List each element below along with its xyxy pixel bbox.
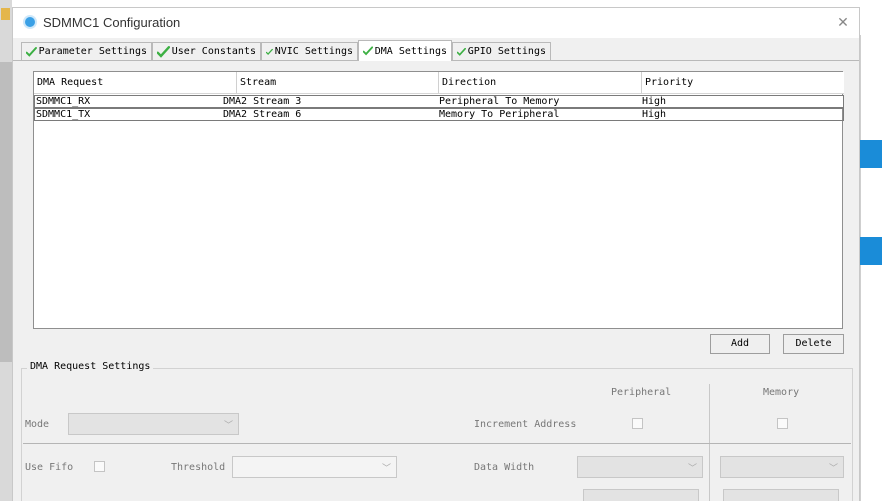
settings-separator [23,443,851,444]
configuration-dialog: SDMMC1 Configuration ✕ Parameter Setting… [12,7,860,501]
chevron-down-icon: ﹀ [687,464,697,474]
mode-label: Mode [25,419,50,430]
tab-gpio-settings[interactable]: GPIO Settings [452,42,551,60]
check-icon [457,47,466,56]
chevron-down-icon: ﹀ [223,421,233,431]
dma-request-table[interactable]: DMA Request Stream Direction Priority SD… [33,71,844,329]
tab-label: GPIO Settings [467,46,546,57]
background-left-strip [0,0,12,501]
threshold-select[interactable]: ﹀ [232,456,397,478]
close-icon[interactable]: ✕ [833,13,853,33]
delete-button[interactable]: Delete [783,334,844,354]
background-divider [860,35,861,501]
background-panel [0,62,12,362]
chevron-down-icon: ﹀ [381,464,391,474]
cell-dma-request: SDMMC1_TX [36,109,91,120]
use-fifo-checkbox[interactable] [94,461,105,472]
add-button[interactable]: Add [710,334,770,354]
window-title: SDMMC1 Configuration [43,15,181,30]
use-fifo-label: Use Fifo [25,462,74,473]
background-blue-marker-1 [860,140,882,168]
data-width-label: Data Width [474,462,535,473]
tab-parameter-settings[interactable]: Parameter Settings [21,42,152,60]
column-header-priority[interactable]: Priority [642,72,844,94]
check-icon [26,46,37,57]
column-header-stream[interactable]: Stream [237,72,439,94]
tab-label: NVIC Settings [274,46,353,57]
check-icon [157,45,170,58]
cell-priority: High [642,109,667,120]
memory-burst-select[interactable] [723,489,839,501]
column-header-dma-request[interactable]: DMA Request [34,72,237,94]
peripheral-column-label: Peripheral [611,387,672,398]
app-gear-icon [25,17,35,27]
cell-priority: High [642,96,667,107]
cell-direction: Memory To Peripheral [439,109,560,120]
background-app-icon [1,8,10,20]
tab-nvic-settings[interactable]: NVIC Settings [261,42,358,60]
check-icon [363,46,373,56]
cell-stream: DMA2 Stream 3 [223,96,302,107]
table-row[interactable]: SDMMC1_RX DMA2 Stream 3 Peripheral To Me… [34,95,844,108]
chevron-down-icon: ﹀ [828,464,838,474]
check-icon [266,48,273,55]
tab-bar: Parameter Settings User Constants NVIC S… [13,38,859,61]
tab-label: DMA Settings [374,45,447,57]
memory-column-label: Memory [763,387,800,398]
peripheral-increment-checkbox[interactable] [632,418,643,429]
tab-label: User Constants [171,46,256,57]
column-header-direction[interactable]: Direction [439,72,642,94]
title-bar: SDMMC1 Configuration ✕ [13,8,859,38]
mode-select[interactable]: ﹀ [68,413,239,435]
background-blue-marker-2 [860,237,882,265]
threshold-label: Threshold [171,462,226,473]
group-title: DMA Request Settings [27,361,154,372]
background-right-strip [860,0,882,501]
cell-dma-request: SDMMC1_RX [36,96,91,107]
tab-user-constants[interactable]: User Constants [152,42,261,60]
cell-direction: Peripheral To Memory [439,96,560,107]
peripheral-burst-select[interactable] [583,489,699,501]
table-row[interactable]: SDMMC1_TX DMA2 Stream 6 Memory To Periph… [34,108,844,121]
tab-dma-settings[interactable]: DMA Settings [358,40,452,61]
increment-address-label: Increment Address [474,419,577,430]
peripheral-data-width-select[interactable]: ﹀ [577,456,703,478]
memory-increment-checkbox[interactable] [777,418,788,429]
tab-label: Parameter Settings [38,46,147,57]
dma-settings-panel: DMA Request Stream Direction Priority SD… [13,61,859,501]
cell-stream: DMA2 Stream 6 [223,109,302,120]
memory-data-width-select[interactable]: ﹀ [720,456,844,478]
